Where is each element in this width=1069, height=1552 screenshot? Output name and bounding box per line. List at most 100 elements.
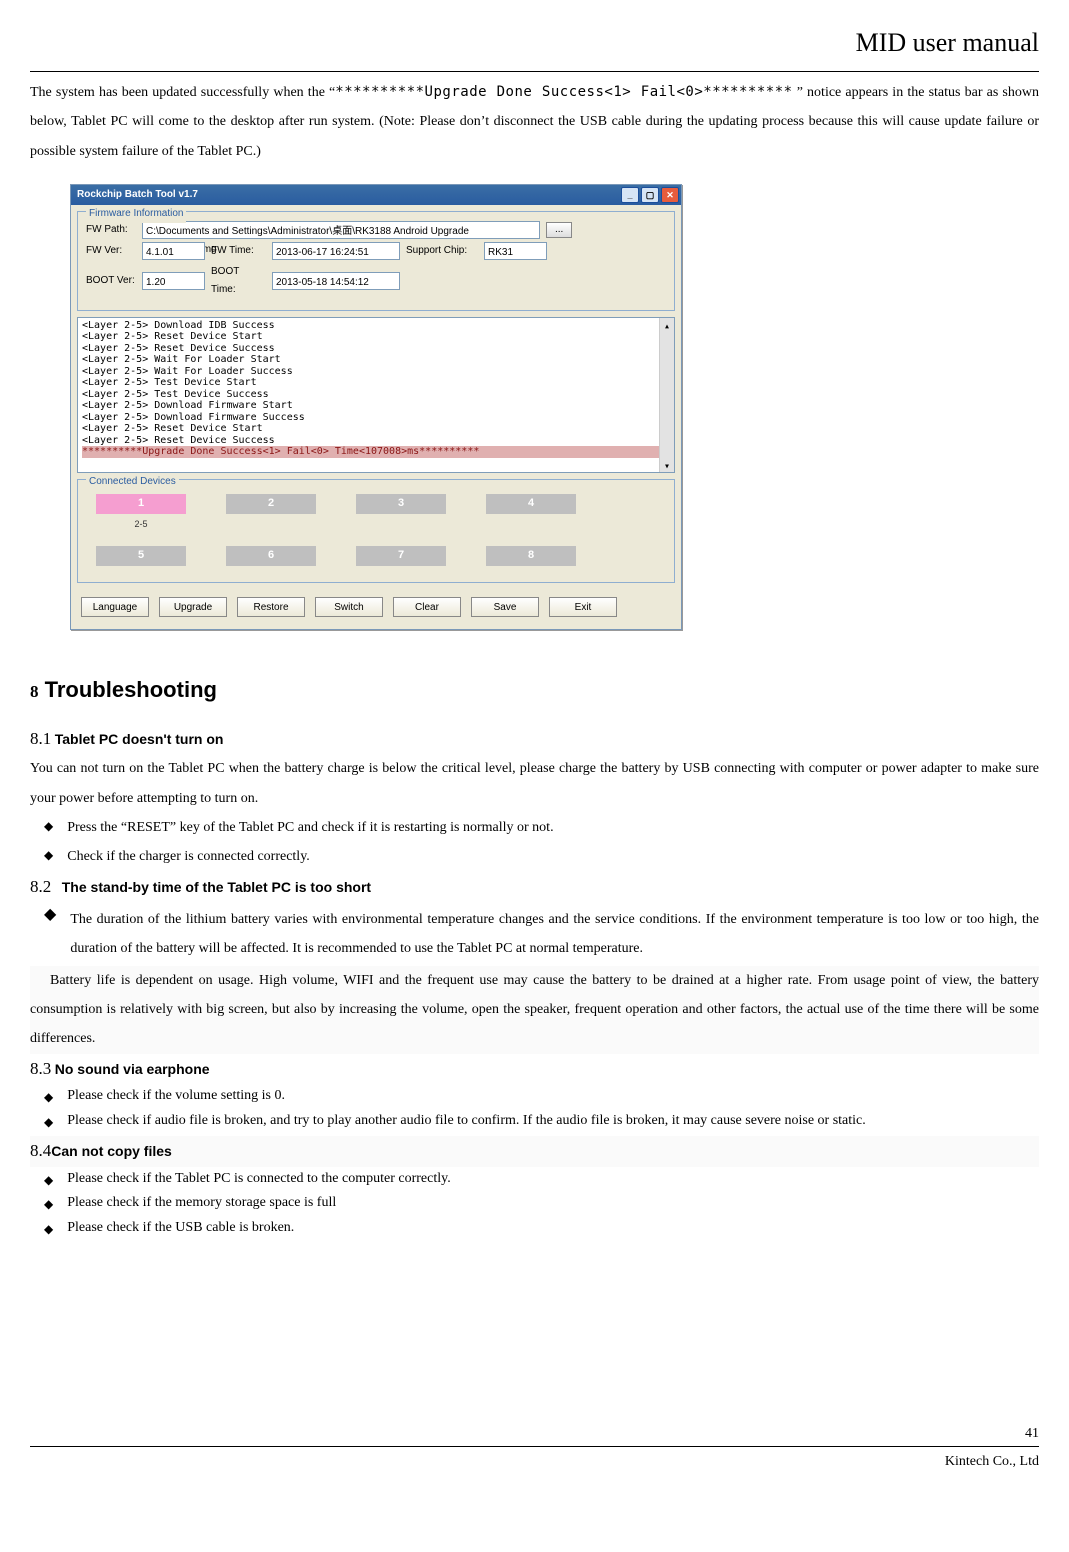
fwpath-label: FW Path: — [86, 221, 136, 239]
log-output: <Layer 2-5> Download IDB Success <Layer … — [77, 317, 675, 473]
bullet-item: ◆ Please check if audio file is broken, a… — [44, 1111, 1039, 1134]
body-text: You can not turn on the Tablet PC when t… — [30, 754, 1039, 813]
device-slot-8[interactable]: 8 — [486, 546, 576, 566]
bullet-text: Please check if the USB cable is broken. — [67, 1218, 294, 1238]
log-line: <Layer 2-5> Reset Device Start — [82, 423, 670, 435]
bullet-item: ◆ Press the “RESET” key of the Tablet PC … — [44, 815, 1039, 842]
button-row: Language Upgrade Restore Switch Clear Sa… — [71, 589, 681, 629]
boottime-label: BOOT Time: — [211, 263, 266, 299]
bootver-label: BOOT Ver: — [86, 272, 136, 290]
restore-button[interactable]: Restore — [237, 597, 305, 617]
intro-pre: The system has been updated successfully… — [30, 85, 335, 100]
section-number: 8 — [30, 682, 39, 701]
bullet-text: Please check if the memory storage space… — [67, 1193, 336, 1213]
log-line: <Layer 2-5> Test Device Success — [82, 389, 670, 401]
device-slot-1[interactable]: 1 — [96, 494, 186, 514]
intro-paragraph: The system has been updated successfully… — [30, 78, 1039, 166]
save-button[interactable]: Save — [471, 597, 539, 617]
bullet-text: Please check if the volume setting is 0. — [67, 1086, 285, 1106]
scrollbar-track[interactable] — [659, 332, 674, 458]
chip-label: Support Chip: — [406, 242, 478, 260]
fwtime-label: FW Time: — [211, 242, 266, 260]
sub-number: 8.3 — [30, 1059, 51, 1078]
troubleshooting-heading: 8 Troubleshooting — [30, 670, 1039, 710]
device-slot-4[interactable]: 4 — [486, 494, 576, 514]
diamond-icon: ◆ — [44, 1086, 53, 1109]
log-line: <Layer 2-5> Test Device Start — [82, 377, 670, 389]
body-text: Battery life is dependent on usage. High… — [30, 966, 1039, 1054]
sub-number: 8.2 — [30, 877, 51, 896]
diamond-icon: ◆ — [44, 905, 56, 926]
sub-heading: Tablet PC doesn't turn on — [55, 731, 224, 747]
diamond-icon: ◆ — [44, 815, 53, 838]
log-line: <Layer 2-5> Reset Device Start — [82, 331, 670, 343]
log-line: <Layer 2-5> Download IDB Success — [82, 320, 670, 332]
bullet-text: Please check if the Tablet PC is connect… — [67, 1169, 451, 1189]
footer-rule — [30, 1446, 1039, 1447]
log-line: <Layer 2-5> Wait For Loader Success — [82, 366, 670, 378]
subsection-8-4: 8.4Can not copy files — [30, 1136, 1039, 1167]
bootver-field[interactable]: 1.20 — [142, 272, 205, 290]
fwver-field[interactable]: 4.1.01 — [142, 242, 205, 260]
exit-button[interactable]: Exit — [549, 597, 617, 617]
diamond-icon: ◆ — [44, 1169, 53, 1192]
fwtime-field[interactable]: 2013-06-17 16:24:51 — [272, 242, 400, 260]
diamond-icon: ◆ — [44, 1218, 53, 1241]
boottime-field[interactable]: 2013-05-18 14:54:12 — [272, 272, 400, 290]
header-rule — [30, 71, 1039, 72]
device-slot-2[interactable]: 2 — [226, 494, 316, 514]
diamond-icon: ◆ — [44, 844, 53, 867]
clear-button[interactable]: Clear — [393, 597, 461, 617]
device-slot-5[interactable]: 5 — [96, 546, 186, 566]
window-title: Rockchip Batch Tool v1.7 — [77, 186, 198, 204]
section-title-text: Troubleshooting — [45, 677, 217, 702]
browse-button[interactable]: ... — [546, 222, 572, 238]
log-line: <Layer 2-5> Download Firmware Success — [82, 412, 670, 424]
page-header-title: MID user manual — [30, 20, 1039, 67]
sub-heading: No sound via earphone — [55, 1061, 210, 1077]
chip-field[interactable]: RK31 — [484, 242, 547, 260]
devices-group: Connected Devices 12-5 2 3 4 5 6 7 8 — [77, 479, 675, 583]
bullet-item: ◆ The duration of the lithium battery var… — [44, 905, 1039, 964]
sub-heading: Can not copy files — [51, 1143, 172, 1159]
minimize-icon[interactable]: _ — [621, 187, 639, 203]
close-icon[interactable]: ✕ — [661, 187, 679, 203]
language-button[interactable]: Language — [81, 597, 149, 617]
bullet-text: The duration of the lithium battery vari… — [70, 905, 1039, 964]
device-slot-7[interactable]: 7 — [356, 546, 446, 566]
subsection-8-3: 8.3 No sound via earphone — [30, 1054, 1039, 1085]
fwpath-field[interactable]: C:\Documents and Settings\Administrator\… — [142, 221, 540, 239]
batch-tool-window: Rockchip Batch Tool v1.7 _ ▢ ✕ Firmware … — [70, 184, 682, 630]
page-footer: 41 Kintech Co., Ltd — [30, 1421, 1039, 1474]
bullet-text: Check if the charger is connected correc… — [67, 844, 310, 871]
bullet-text: Press the “RESET” key of the Tablet PC a… — [67, 815, 553, 842]
fwver-label: FW Ver: — [86, 242, 136, 260]
footer-company: Kintech Co., Ltd — [945, 1449, 1039, 1474]
switch-button[interactable]: Switch — [315, 597, 383, 617]
devices-label: Connected Devices — [86, 473, 179, 491]
device-sub: 2-5 — [96, 516, 186, 532]
sub-number: 8.1 — [30, 729, 51, 748]
sub-heading: The stand-by time of the Tablet PC is to… — [62, 879, 371, 895]
log-success-line: **********Upgrade Done Success<1> Fail<0… — [82, 446, 670, 458]
sub-number: 8.4 — [30, 1141, 51, 1160]
device-slot-6[interactable]: 6 — [226, 546, 316, 566]
bullet-item: ◆ Check if the charger is connected corre… — [44, 844, 1039, 871]
device-slot-3[interactable]: 3 — [356, 494, 446, 514]
scroll-up-icon[interactable]: ▴ — [659, 318, 674, 332]
subsection-8-2: 8.2 The stand-by time of the Tablet PC i… — [30, 872, 1039, 903]
scroll-down-icon[interactable]: ▾ — [659, 458, 674, 472]
maximize-icon[interactable]: ▢ — [641, 187, 659, 203]
bullet-item: ◆ Please check if the Tablet PC is connec… — [44, 1169, 1039, 1192]
bullet-item: ◆ Please check if the USB cable is broken… — [44, 1218, 1039, 1241]
diamond-icon: ◆ — [44, 1111, 53, 1134]
upgrade-button[interactable]: Upgrade — [159, 597, 227, 617]
firmware-info-group: Firmware Information FW Path: C:\Documen… — [77, 211, 675, 311]
bullet-text: Please check if audio file is broken, an… — [67, 1111, 866, 1131]
diamond-icon: ◆ — [44, 1193, 53, 1216]
subsection-8-1: 8.1 Tablet PC doesn't turn on — [30, 724, 1039, 755]
log-line: <Layer 2-5> Download Firmware Start — [82, 400, 670, 412]
log-line: <Layer 2-5> Reset Device Success — [82, 435, 670, 447]
log-line: <Layer 2-5> Wait For Loader Start — [82, 354, 670, 366]
firmware-info-label: Firmware Information — [86, 205, 186, 223]
